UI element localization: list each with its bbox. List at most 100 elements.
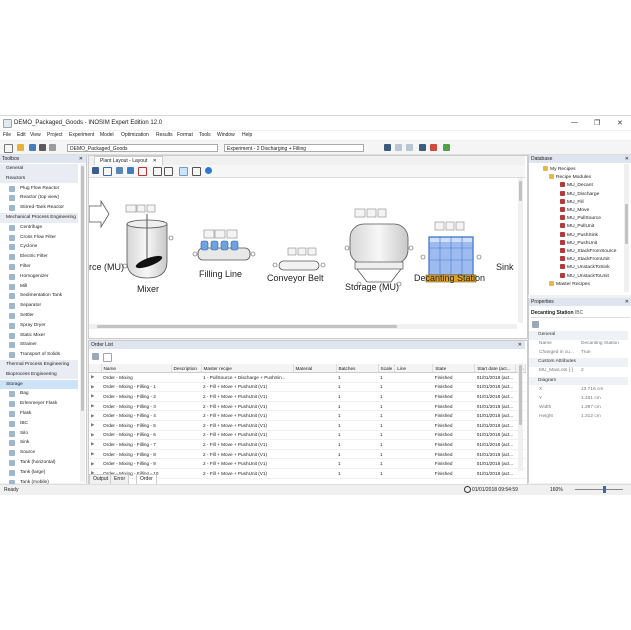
filling-line-unit[interactable]	[192, 229, 256, 261]
property-value[interactable]: 2	[581, 367, 584, 376]
minimize-button[interactable]: —	[571, 119, 578, 126]
column-header[interactable]: Scale	[378, 364, 396, 373]
menu-view[interactable]: View	[30, 132, 41, 138]
droplet-icon[interactable]	[127, 167, 134, 174]
menu-file[interactable]: File	[3, 132, 11, 138]
menu-format[interactable]: Format	[177, 132, 193, 138]
table-row[interactable]: ▶ Order - Mixing - Filling - 9 2 - Fill + …	[89, 458, 526, 469]
close-icon[interactable]: ✕	[153, 158, 157, 164]
property-value[interactable]: 1.397 cm	[581, 404, 601, 413]
toolbox-item-filter[interactable]: Filter	[0, 262, 78, 272]
grid-icon[interactable]	[164, 167, 173, 176]
toolbox-item-electric-filter[interactable]: Electric Filter	[0, 252, 78, 262]
database-item[interactable]: MU_StackFromSource	[560, 248, 616, 256]
property-row[interactable]: X 13.716 cm	[529, 386, 628, 395]
toolbox-item-static-mixer[interactable]: Static Mixer	[0, 331, 78, 341]
menu-help[interactable]: Help	[242, 132, 252, 138]
explore-icon[interactable]	[39, 144, 46, 151]
zoom-slider[interactable]	[575, 486, 623, 493]
rewind-icon[interactable]	[384, 144, 391, 151]
menu-edit[interactable]: Edit	[17, 132, 26, 138]
close-icon[interactable]: ✕	[79, 155, 83, 163]
toolbox-item-erlenmeyer-flask[interactable]: Erlenmeyer Flask	[0, 399, 78, 409]
column-header[interactable]: Master recipe	[201, 364, 294, 373]
row-selector[interactable]: ▶	[89, 410, 101, 421]
toolbox-item-tank-horizontal-[interactable]: Tank (horizontal)	[0, 458, 78, 468]
play-icon[interactable]	[406, 144, 413, 151]
toolbox-item-flask[interactable]: Flask	[0, 409, 78, 419]
property-row[interactable]: Changed in cu... True	[529, 349, 628, 358]
connect-icon[interactable]	[138, 167, 147, 176]
database-item[interactable]: Master Recipes	[549, 280, 590, 289]
refresh-icon[interactable]	[103, 167, 112, 176]
column-header[interactable]: Line	[394, 364, 434, 373]
toolbox-item-centrifuge[interactable]: Centrifuge	[0, 223, 78, 233]
row-selector[interactable]: ▶	[89, 372, 101, 383]
table-row[interactable]: ▶ Order - Mixing - Filling - 3 2 - Fill + …	[89, 401, 526, 412]
menu-results[interactable]: Results	[156, 132, 173, 138]
toolbox-item-separator[interactable]: Separator	[0, 301, 78, 311]
categorized-icon[interactable]	[532, 321, 539, 328]
table-row[interactable]: ▶ Order - Mixing - Filling - 6 2 - Fill + …	[89, 430, 526, 441]
toolbox-item-cross-flow-filter[interactable]: Cross Flow Filter	[0, 233, 78, 243]
column-header[interactable]: Name	[101, 364, 172, 373]
zoom-slider-thumb[interactable]	[603, 486, 606, 493]
table-row[interactable]: ▶ Order - Mixing - Filling - 2 2 - Fill + …	[89, 391, 526, 402]
experiment-combo[interactable]: Experiment - 2 Discharging + Filling	[224, 144, 364, 152]
save-icon[interactable]	[92, 353, 99, 360]
property-value[interactable]: Decanting Station	[581, 340, 619, 349]
flag-icon[interactable]	[443, 144, 450, 151]
table-row[interactable]: ▶ Order - Mixing 1 - PullSource + Discharg…	[89, 372, 526, 383]
toolbox-item-silo[interactable]: Silo	[0, 429, 78, 439]
database-item[interactable]: MU_StackFromUnit	[560, 256, 610, 264]
toolbox-item-strainer[interactable]: Strainer	[0, 340, 78, 350]
database-item[interactable]: MU_UnstackToSink	[560, 264, 610, 272]
report-icon[interactable]	[49, 144, 56, 151]
close-icon[interactable]: ✕	[518, 341, 522, 349]
toolbox-item-source[interactable]: Source	[0, 448, 78, 458]
menu-window[interactable]: Window	[217, 132, 235, 138]
toolbox-item-reactor-top-view-[interactable]: Reactor (top view)	[0, 193, 78, 203]
toolbox-item-transport-of-solids[interactable]: Transport of Solids	[0, 350, 78, 360]
database-item[interactable]: MU_Discharge	[560, 190, 599, 199]
property-value[interactable]: 13.716 cm	[581, 386, 603, 395]
row-selector[interactable]: ▶	[89, 430, 101, 441]
connector-icon[interactable]	[192, 167, 201, 176]
help-icon[interactable]	[205, 167, 212, 174]
pointer-icon[interactable]	[179, 167, 188, 176]
database-item[interactable]: MU_PullUnit	[560, 223, 594, 231]
settings-icon[interactable]	[17, 144, 24, 151]
table-row[interactable]: ▶ Order - Mixing - Filling - 7 2 - Fill + …	[89, 439, 526, 450]
toolbox-item-cyclone[interactable]: Cyclone	[0, 242, 78, 252]
run-icon[interactable]	[29, 144, 36, 151]
maximize-button[interactable]: ❐	[594, 119, 600, 127]
mixer-unit[interactable]	[122, 204, 174, 279]
toolbox-item-homogenizer[interactable]: Homogenizer	[0, 272, 78, 282]
toolbox-item-plug-flow-reactor[interactable]: Plug Flow Reactor	[0, 184, 78, 194]
tab-plant-layout[interactable]: Plant Layout - Layout ✕	[94, 156, 163, 165]
toolbox-item-settler[interactable]: Settler	[0, 311, 78, 321]
toolbox-scrollbar[interactable]	[80, 164, 85, 482]
row-selector[interactable]: ▶	[89, 391, 101, 402]
undo-icon[interactable]	[4, 144, 13, 153]
close-icon[interactable]: ✕	[625, 298, 629, 306]
toolbox-item-sedimentation-tank[interactable]: Sedimentation Tank	[0, 291, 78, 301]
table-row[interactable]: ▶ Order - Mixing - Filling - 4 2 - Fill + …	[89, 410, 526, 421]
row-selector[interactable]: ▶	[89, 401, 101, 412]
step-forward-icon[interactable]	[419, 144, 426, 151]
storage-unit[interactable]	[344, 208, 414, 287]
close-button[interactable]: ✕	[617, 119, 623, 127]
database-item[interactable]: MU_Decant	[560, 182, 593, 190]
menu-tools[interactable]: Tools	[199, 132, 211, 138]
close-icon[interactable]: ✕	[625, 155, 629, 163]
toolbox-item-ibc[interactable]: IBC	[0, 419, 78, 429]
undo-icon[interactable]	[103, 353, 112, 362]
column-header[interactable]: Description	[171, 364, 202, 373]
step-back-icon[interactable]	[395, 144, 402, 151]
toolbox-category-reactors[interactable]: Reactors	[0, 173, 78, 184]
person-icon[interactable]	[116, 167, 123, 174]
property-row[interactable]: Name Decanting Station	[529, 340, 628, 349]
database-item[interactable]: MU_PushSink	[560, 231, 598, 240]
layout-hscroll[interactable]	[89, 324, 517, 329]
image-icon[interactable]	[153, 167, 162, 176]
